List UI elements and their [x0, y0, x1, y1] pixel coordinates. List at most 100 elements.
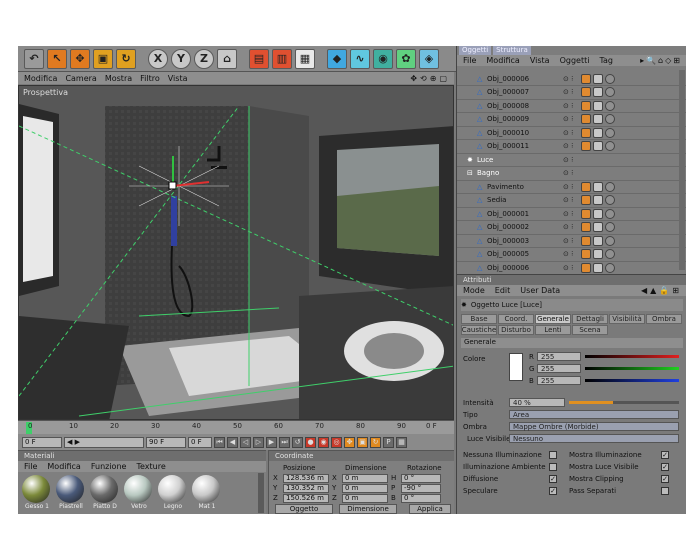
- phong-tag-icon[interactable]: [581, 73, 591, 84]
- scale-icon[interactable]: ▣: [93, 48, 113, 69]
- tab-structure[interactable]: Struttura: [493, 46, 531, 55]
- attributes-nav-icons[interactable]: ◀▲🔒⊞: [641, 286, 682, 295]
- viewport-menu-item[interactable]: Mostra: [105, 74, 132, 83]
- material-tag-icon[interactable]: [605, 208, 615, 219]
- attributes-menu-item[interactable]: Mode: [463, 286, 485, 295]
- texture-tag-icon[interactable]: [593, 141, 603, 151]
- texture-tag-icon[interactable]: [593, 195, 603, 205]
- texture-tag-icon[interactable]: [593, 262, 603, 273]
- material-item[interactable]: Piatto D: [90, 475, 120, 513]
- phong-tag-icon[interactable]: [581, 127, 591, 138]
- coordinate-field[interactable]: 0 m: [342, 483, 388, 493]
- render-picture-icon[interactable]: ▥: [272, 48, 292, 69]
- visibility-toggle-icon[interactable]: ⊙ ⁝: [563, 142, 573, 150]
- move-icon[interactable]: ✥: [70, 48, 90, 69]
- material-tag-icon[interactable]: [605, 73, 615, 84]
- texture-tag-icon[interactable]: [593, 127, 603, 138]
- visibility-toggle-icon[interactable]: ⊙ ⁝: [563, 156, 573, 164]
- coord-size-dropdown[interactable]: Dimensione: [339, 504, 397, 514]
- key-scale-icon[interactable]: ▣: [357, 436, 368, 448]
- texture-tag-icon[interactable]: [593, 222, 603, 232]
- coordinate-field[interactable]: 128.536 m: [283, 473, 329, 483]
- phong-tag-icon[interactable]: [581, 249, 591, 259]
- coordinate-field[interactable]: 150.526 m: [283, 493, 329, 503]
- material-item[interactable]: Legno: [158, 475, 188, 513]
- next-key-icon[interactable]: ▶: [266, 436, 277, 448]
- texture-tag-icon[interactable]: [593, 114, 603, 124]
- viewport-menu-item[interactable]: Filtro: [140, 74, 160, 83]
- channel-slider[interactable]: [585, 379, 679, 382]
- tab-objects[interactable]: Oggetti: [459, 46, 492, 55]
- materials-menu-item[interactable]: Texture: [136, 462, 165, 471]
- attributes-menu-item[interactable]: Edit: [495, 286, 511, 295]
- texture-tag-icon[interactable]: [593, 208, 603, 219]
- attributes-tab[interactable]: Scena: [572, 325, 608, 335]
- select-icon[interactable]: ↖: [47, 48, 67, 69]
- objects-menu-item[interactable]: Modifica: [486, 56, 519, 65]
- object-row[interactable]: △ Obj_000009 ⊙ ⁝: [457, 113, 686, 127]
- object-row[interactable]: △ Obj_000011 ⊙ ⁝: [457, 140, 686, 154]
- checkbox[interactable]: ✓: [549, 487, 557, 495]
- phong-tag-icon[interactable]: [581, 235, 591, 246]
- viewport-menu-item[interactable]: Modifica: [24, 74, 57, 83]
- objects-menu-item[interactable]: File: [463, 56, 476, 65]
- object-row[interactable]: △ Obj_000006 ⊙ ⁝: [457, 72, 686, 86]
- record-icon[interactable]: ●: [305, 436, 316, 448]
- phong-tag-icon[interactable]: [581, 222, 591, 232]
- prev-key-icon[interactable]: ◀: [227, 436, 238, 448]
- shadow-dropdown[interactable]: Mappe Ombre (Morbide): [509, 422, 679, 431]
- attributes-tab[interactable]: Caustiche: [461, 325, 497, 335]
- z-axis-icon[interactable]: Z: [194, 48, 214, 69]
- channel-value-field[interactable]: 255: [537, 376, 581, 385]
- render-settings-icon[interactable]: ▦: [295, 48, 315, 69]
- checkbox[interactable]: ✓: [661, 451, 669, 459]
- coordinate-field[interactable]: 0 m: [342, 493, 388, 503]
- y-axis-icon[interactable]: Y: [171, 48, 191, 69]
- material-tag-icon[interactable]: [605, 222, 615, 232]
- texture-tag-icon[interactable]: [593, 181, 603, 192]
- attributes-tab[interactable]: Base: [461, 314, 497, 324]
- visibility-toggle-icon[interactable]: ⊙ ⁝: [563, 210, 573, 218]
- object-row[interactable]: △ Obj_000005 ⊙ ⁝: [457, 248, 686, 262]
- channel-value-field[interactable]: 255: [537, 352, 581, 361]
- coord-mode-dropdown[interactable]: Oggetto: [275, 504, 333, 514]
- texture-tag-icon[interactable]: [593, 87, 603, 97]
- materials-scrollbar[interactable]: [258, 473, 264, 513]
- timeline-ruler[interactable]: 0 10 20 30 40 50 60 70 80 90 0 F: [18, 420, 454, 434]
- attributes-tab[interactable]: Disturbo: [498, 325, 534, 335]
- object-row[interactable]: △ Obj_000007 ⊙ ⁝: [457, 86, 686, 100]
- checkbox[interactable]: ✓: [549, 475, 557, 483]
- visibility-toggle-icon[interactable]: ⊙ ⁝: [563, 115, 573, 123]
- current-frame-field[interactable]: 0 F: [188, 436, 212, 448]
- checkbox[interactable]: [661, 487, 669, 495]
- phong-tag-icon[interactable]: [581, 114, 591, 124]
- object-row[interactable]: ✸ Luce ⊙ ⁝: [457, 153, 686, 167]
- object-row[interactable]: △ Obj_000006 ⊙ ⁝: [457, 261, 686, 275]
- material-tag-icon[interactable]: [605, 87, 615, 97]
- end-frame-field[interactable]: 90 F: [146, 436, 186, 448]
- rotate-icon[interactable]: ↻: [116, 48, 136, 69]
- key-pla-icon[interactable]: ▦: [396, 436, 407, 448]
- texture-tag-icon[interactable]: [593, 249, 603, 259]
- nurbs-icon[interactable]: ◉: [373, 48, 393, 69]
- material-item[interactable]: Mat 1: [192, 475, 222, 513]
- object-row[interactable]: ⊟ Bagno ⊙ ⁝: [457, 167, 686, 181]
- object-row[interactable]: △ Obj_000008 ⊙ ⁝: [457, 99, 686, 113]
- visibility-toggle-icon[interactable]: ⊙ ⁝: [563, 237, 573, 245]
- visibility-toggle-icon[interactable]: ⊙ ⁝: [563, 250, 573, 258]
- material-tag-icon[interactable]: [605, 235, 615, 246]
- visibility-toggle-icon[interactable]: ⊙ ⁝: [563, 75, 573, 83]
- material-tag-icon[interactable]: [605, 181, 615, 192]
- key-selection-icon[interactable]: ◎: [331, 436, 342, 448]
- attributes-tab[interactable]: Lenti: [535, 325, 571, 335]
- material-item[interactable]: Gesso 1: [22, 475, 52, 513]
- intensity-field[interactable]: 40 %: [509, 398, 565, 407]
- object-row[interactable]: △ Obj_000003 ⊙ ⁝: [457, 234, 686, 248]
- coord-system-icon[interactable]: ⌂: [217, 48, 237, 69]
- channel-value-field[interactable]: 255: [537, 364, 581, 373]
- material-tag-icon[interactable]: [605, 127, 615, 138]
- materials-menu-item[interactable]: Funzione: [91, 462, 127, 471]
- texture-tag-icon[interactable]: [593, 100, 603, 111]
- visibility-toggle-icon[interactable]: ⊙ ⁝: [563, 102, 573, 110]
- attributes-tab[interactable]: Dettagli: [572, 314, 608, 324]
